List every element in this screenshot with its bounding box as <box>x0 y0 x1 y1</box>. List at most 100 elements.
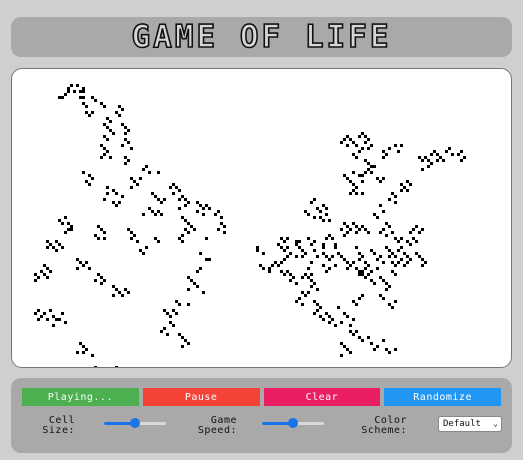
live-cell[interactable] <box>418 156 421 159</box>
live-cell[interactable] <box>43 264 46 267</box>
live-cell[interactable] <box>403 186 406 189</box>
live-cell[interactable] <box>346 177 349 180</box>
live-cell[interactable] <box>385 288 388 291</box>
live-cell[interactable] <box>283 258 286 261</box>
live-cell[interactable] <box>379 231 382 234</box>
live-cell[interactable] <box>373 282 376 285</box>
live-cell[interactable] <box>388 225 391 228</box>
live-cell[interactable] <box>424 156 427 159</box>
live-cell[interactable] <box>58 219 61 222</box>
live-cell[interactable] <box>46 318 49 321</box>
game-speed-slider[interactable] <box>262 418 324 428</box>
live-cell[interactable] <box>286 246 289 249</box>
live-cell[interactable] <box>325 213 328 216</box>
live-cell[interactable] <box>34 312 37 315</box>
live-cell[interactable] <box>97 237 100 240</box>
live-cell[interactable] <box>256 249 259 252</box>
live-cell[interactable] <box>82 102 85 105</box>
live-cell[interactable] <box>394 264 397 267</box>
live-cell[interactable] <box>127 159 130 162</box>
live-cell[interactable] <box>289 252 292 255</box>
live-cell[interactable] <box>79 261 82 264</box>
live-cell[interactable] <box>301 276 304 279</box>
live-cell[interactable] <box>205 258 208 261</box>
live-cell[interactable] <box>406 261 409 264</box>
live-cell[interactable] <box>58 243 61 246</box>
live-cell[interactable] <box>379 276 382 279</box>
live-cell[interactable] <box>82 351 85 354</box>
live-cell[interactable] <box>40 315 43 318</box>
live-cell[interactable] <box>394 273 397 276</box>
live-cell[interactable] <box>34 273 37 276</box>
live-cell[interactable] <box>109 129 112 132</box>
live-cell[interactable] <box>391 306 394 309</box>
live-cell[interactable] <box>97 273 100 276</box>
live-cell[interactable] <box>175 186 178 189</box>
cell-size-thumb[interactable] <box>130 418 140 428</box>
live-cell[interactable] <box>352 318 355 321</box>
live-cell[interactable] <box>94 99 97 102</box>
live-cell[interactable] <box>184 204 187 207</box>
live-cell[interactable] <box>370 144 373 147</box>
live-cell[interactable] <box>358 150 361 153</box>
live-cell[interactable] <box>49 243 52 246</box>
live-cell[interactable] <box>361 192 364 195</box>
live-cell[interactable] <box>178 189 181 192</box>
live-cell[interactable] <box>403 264 406 267</box>
live-cell[interactable] <box>40 270 43 273</box>
live-cell[interactable] <box>202 207 205 210</box>
live-cell[interactable] <box>88 183 91 186</box>
live-cell[interactable] <box>214 213 217 216</box>
live-cell[interactable] <box>346 135 349 138</box>
live-cell[interactable] <box>271 264 274 267</box>
live-cell[interactable] <box>181 345 184 348</box>
live-cell[interactable] <box>355 267 358 270</box>
live-cell[interactable] <box>220 222 223 225</box>
live-cell[interactable] <box>148 171 151 174</box>
live-cell[interactable] <box>67 228 70 231</box>
live-cell[interactable] <box>157 171 160 174</box>
live-cell[interactable] <box>73 90 76 93</box>
live-cell[interactable] <box>367 162 370 165</box>
live-cell[interactable] <box>124 162 127 165</box>
live-cell[interactable] <box>103 135 106 138</box>
live-cell[interactable] <box>268 270 271 273</box>
live-cell[interactable] <box>436 159 439 162</box>
live-cell[interactable] <box>169 315 172 318</box>
live-cell[interactable] <box>322 318 325 321</box>
live-cell[interactable] <box>415 240 418 243</box>
live-cell[interactable] <box>151 192 154 195</box>
live-cell[interactable] <box>358 336 361 339</box>
live-cell[interactable] <box>181 216 184 219</box>
live-cell[interactable] <box>172 324 175 327</box>
live-cell[interactable] <box>373 165 376 168</box>
live-cell[interactable] <box>367 168 370 171</box>
live-cell[interactable] <box>91 177 94 180</box>
live-cell[interactable] <box>301 303 304 306</box>
live-cell[interactable] <box>382 156 385 159</box>
live-cell[interactable] <box>316 303 319 306</box>
live-cell[interactable] <box>274 261 277 264</box>
live-cell[interactable] <box>397 240 400 243</box>
live-cell[interactable] <box>160 330 163 333</box>
live-cell[interactable] <box>82 90 85 93</box>
live-cell[interactable] <box>130 186 133 189</box>
live-cell[interactable] <box>133 234 136 237</box>
live-cell[interactable] <box>394 195 397 198</box>
live-cell[interactable] <box>208 207 211 210</box>
live-cell[interactable] <box>334 246 337 249</box>
live-cell[interactable] <box>169 321 172 324</box>
live-cell[interactable] <box>376 267 379 270</box>
live-cell[interactable] <box>70 84 73 87</box>
live-cell[interactable] <box>460 159 463 162</box>
live-cell[interactable] <box>346 267 349 270</box>
live-cell[interactable] <box>361 294 364 297</box>
live-cell[interactable] <box>58 96 61 99</box>
live-cell[interactable] <box>376 177 379 180</box>
live-cell[interactable] <box>199 204 202 207</box>
live-cell[interactable] <box>361 255 364 258</box>
live-cell[interactable] <box>322 219 325 222</box>
live-cell[interactable] <box>76 351 79 354</box>
live-cell[interactable] <box>178 333 181 336</box>
live-cell[interactable] <box>109 120 112 123</box>
